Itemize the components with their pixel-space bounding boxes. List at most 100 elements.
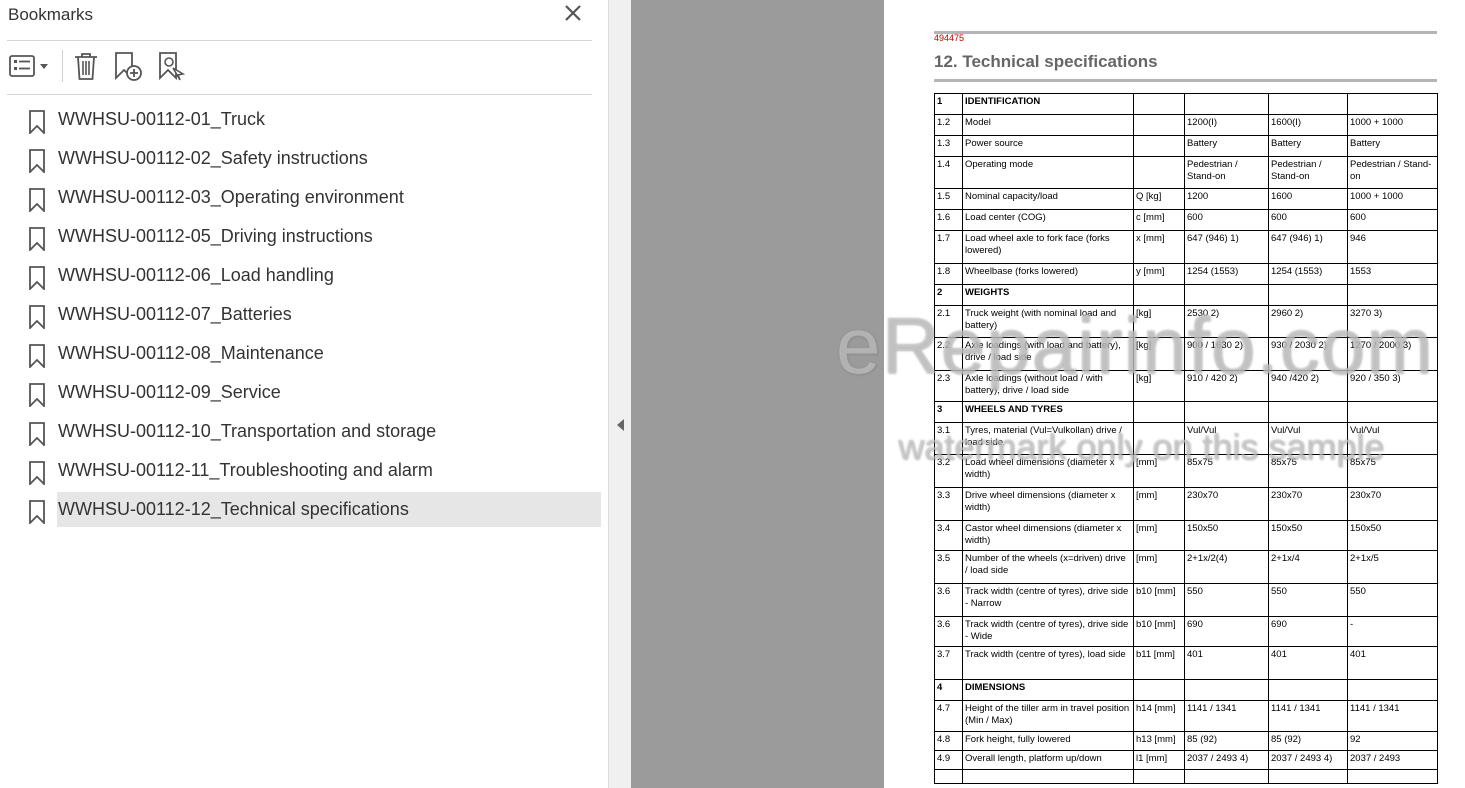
bookmark-label: WWHSU-00112-01_Truck [58, 109, 266, 129]
bookmark-label: WWHSU-00112-05_Driving instructions [58, 226, 373, 246]
table-cell: b10 [mm] [1133, 616, 1185, 647]
table-cell: 401 [1347, 646, 1438, 680]
table-cell: 550 [1347, 583, 1438, 617]
table-row: 1.8 Wheelbase (forks lowered) y [mm] 1254 (… [934, 263, 1438, 285]
bookmark-label: WWHSU-00112-12_Technical specifications [57, 492, 601, 527]
table-cell: WHEELS AND TYRES [962, 401, 1134, 423]
table-cell: b10 [mm] [1133, 583, 1185, 617]
table-cell: 1254 (1553) [1184, 263, 1269, 285]
table-cell: - [1347, 616, 1438, 647]
bookmark-item[interactable]: WWHSU-00112-11_Troubleshooting and alarm [0, 453, 608, 489]
bookmark-icon [29, 227, 45, 251]
table-cell: 1141 / 1341 [1184, 700, 1269, 732]
table-row: 3.6 Track width (centre of tyres), drive … [934, 583, 1438, 617]
table-cell: 2.2 [934, 337, 963, 371]
table-cell: Nominal capacity/load [962, 188, 1134, 210]
panel-splitter[interactable] [608, 0, 631, 788]
bookmark-item[interactable]: WWHSU-00112-02_Safety instructions [0, 141, 608, 177]
table-cell: 1553 [1347, 263, 1438, 285]
table-cell: l1 [mm] [1133, 750, 1185, 770]
bookmark-item[interactable]: WWHSU-00112-03_Operating environment [0, 180, 608, 216]
table-row [934, 769, 1438, 784]
close-panel-button[interactable] [562, 2, 584, 24]
bookmark-item[interactable]: WWHSU-00112-08_Maintenance [0, 336, 608, 372]
table-cell: [mm] [1133, 550, 1185, 584]
table-cell: 946 [1347, 230, 1438, 264]
table-cell: 3.6 [934, 616, 963, 647]
table-cell: 1 [934, 93, 963, 115]
table-row: 3.3 Drive wheel dimensions (diameter x wi… [934, 487, 1438, 521]
table-cell: 2037 / 2493 4) [1184, 750, 1269, 770]
table-cell: DIMENSIONS [962, 679, 1134, 701]
divider [7, 40, 592, 41]
table-cell: 4.8 [934, 731, 963, 751]
bookmark-item[interactable]: WWHSU-00112-05_Driving instructions [0, 219, 608, 255]
options-menu-button[interactable] [8, 50, 52, 82]
bookmark-find-icon [159, 52, 186, 81]
bookmark-item[interactable]: WWHSU-00112-07_Batteries [0, 297, 608, 333]
table-cell: 230x70 [1184, 487, 1269, 521]
table-cell: 690 [1268, 616, 1348, 647]
table-row: 1.7 Load wheel axle to fork face (forks l… [934, 230, 1438, 264]
table-row: 3.1 Tyres, material (Vul=Vulkollan) drive… [934, 422, 1438, 455]
table-cell [1347, 679, 1438, 701]
table-cell: 1254 (1553) [1268, 263, 1348, 285]
table-section-row: 3 WHEELS AND TYRES [934, 401, 1438, 423]
bookmark-icon [29, 149, 45, 173]
new-bookmark-button[interactable] [112, 50, 144, 82]
table-cell [1347, 769, 1438, 784]
table-cell: 1600(I) [1268, 114, 1348, 136]
delete-bookmark-button[interactable] [72, 50, 100, 82]
table-cell: Model [962, 114, 1134, 136]
bookmark-icon [29, 188, 45, 212]
table-cell [1133, 401, 1185, 423]
table-cell: Number of the wheels (x=driven) drive / … [962, 550, 1134, 584]
bookmark-label: WWHSU-00112-07_Batteries [58, 304, 292, 324]
trash-icon [75, 53, 97, 80]
table-row: 1.5 Nominal capacity/load Q [kg] 1200 1600 10… [934, 188, 1438, 210]
find-bookmark-button[interactable] [156, 50, 188, 82]
table-row: 1.4 Operating mode Pedestrian / Stand-on Pe… [934, 156, 1438, 189]
table-cell: 150x50 [1347, 520, 1438, 551]
table-section-row: 1 IDENTIFICATION [934, 93, 1438, 115]
table-cell [1133, 679, 1185, 701]
table-cell: [kg] [1133, 370, 1185, 402]
table-cell: 401 [1184, 646, 1269, 680]
table-cell: h13 [mm] [1133, 731, 1185, 751]
table-cell [1133, 135, 1185, 157]
table-row: 3.2 Load wheel dimensions (diameter x wid… [934, 454, 1438, 488]
table-cell: [mm] [1133, 520, 1185, 551]
spec-table: 1 IDENTIFICATION 1.2 Model 1200(I) 1600(I) 100… [934, 93, 1438, 784]
bookmarks-panel: Bookmarks WWHSU-00112-01_Truck WWHSU-001… [0, 0, 608, 788]
bookmark-item[interactable]: WWHSU-00112-09_Service [0, 375, 608, 411]
bookmark-icon [29, 383, 45, 407]
bookmark-label: WWHSU-00112-10_Transportation and storag… [58, 421, 437, 441]
table-cell: Track width (centre of tyres), drive sid… [962, 616, 1134, 647]
table-cell [1347, 401, 1438, 423]
document-viewer-background [631, 0, 884, 788]
table-cell: 92 [1347, 731, 1438, 751]
table-cell: 600 [1268, 209, 1348, 231]
table-cell: y [mm] [1133, 263, 1185, 285]
bookmark-item[interactable]: WWHSU-00112-12_Technical specifications [0, 492, 608, 528]
table-cell: Load center (COG) [962, 209, 1134, 231]
collapse-panel-icon[interactable] [615, 418, 625, 432]
table-row: 2.3 Axle loadings (without load / with ba… [934, 370, 1438, 402]
bookmark-label: WWHSU-00112-06_Load handling [58, 265, 334, 285]
table-cell: 85x75 [1184, 454, 1269, 488]
bookmark-item[interactable]: WWHSU-00112-01_Truck [0, 102, 608, 138]
table-cell: 690 [1184, 616, 1269, 647]
table-cell: Pedestrian / Stand-on [1184, 156, 1269, 189]
bookmark-icon [29, 461, 45, 485]
bookmark-icon [29, 266, 45, 290]
table-row: 3.5 Number of the wheels (x=driven) drive… [934, 550, 1438, 584]
bookmark-item[interactable]: WWHSU-00112-10_Transportation and storag… [0, 414, 608, 450]
table-cell: WEIGHTS [962, 284, 1134, 306]
table-row: 4.9 Overall length, platform up/down l1 [m… [934, 750, 1438, 770]
table-section-row: 2 WEIGHTS [934, 284, 1438, 306]
table-cell [1184, 769, 1269, 784]
table-cell: 1.5 [934, 188, 963, 210]
table-cell: Load wheel dimensions (diameter x width) [962, 454, 1134, 488]
bookmark-item[interactable]: WWHSU-00112-06_Load handling [0, 258, 608, 294]
table-cell: 1200(I) [1184, 114, 1269, 136]
